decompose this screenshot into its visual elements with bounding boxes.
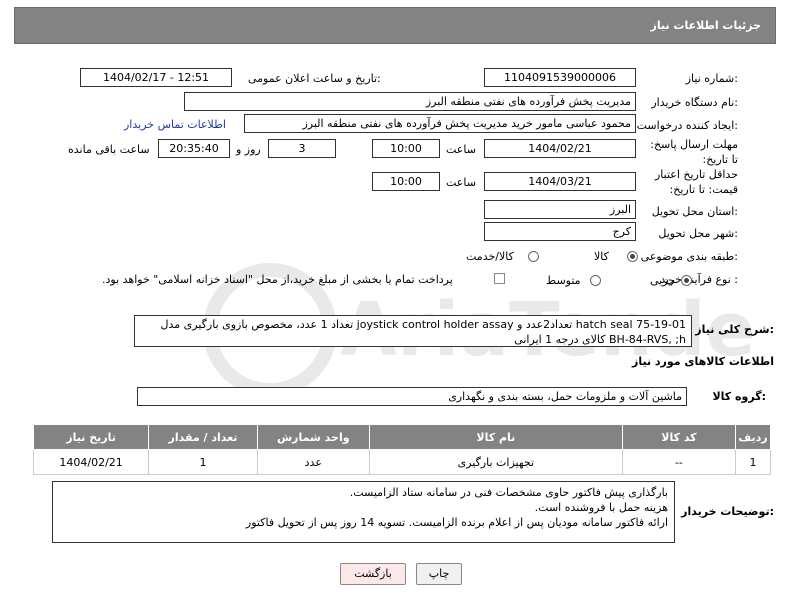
process-radio-medium[interactable] [590, 275, 601, 286]
validity-time-field: 10:00 [372, 172, 440, 191]
category-radio-goods-service[interactable] [528, 251, 539, 262]
buyer-notes-line-1: بارگذاری پیش فاکتور حاوی مشخصات فنی در س… [349, 486, 668, 499]
category-radio-goods[interactable] [627, 251, 638, 262]
buyer-org-field: مدیریت پخش فرآورده های نفتی منطقه البرز [184, 92, 636, 111]
validity-label: حداقل تاریخ اعتبار قیمت: تا تاریخ: [654, 168, 738, 196]
print-button[interactable]: چاپ [416, 563, 462, 585]
table-row: 1404/02/21 1 عدد تجهیزات بارگیری -- 1 [32, 449, 772, 475]
header-panel: جزئیات اطلاعات نیاز [14, 7, 776, 44]
contact-info-link[interactable]: اطلاعات تماس خریدار [124, 118, 226, 131]
category-label: طبقه بندی موضوعی: [640, 250, 738, 263]
need-number-field: 1104091539000006 [484, 68, 636, 87]
announce-field: 1404/02/17 - 12:51 [80, 68, 232, 87]
description-field: hatch seal 75-19-01 تعداد2عدد و joystick… [134, 315, 692, 347]
treasury-checkbox[interactable] [494, 273, 505, 284]
payment-note: پرداخت تمام یا بخشی از مبلغ خرید،از محل … [102, 273, 453, 286]
process-radio-minor[interactable] [681, 275, 692, 286]
cell-item-code: -- [621, 449, 736, 475]
creator-field: محمود عباسی مامور خرید مدیریت پخش فرآورد… [244, 114, 636, 133]
process-option-minor: جزیی [650, 274, 676, 287]
deadline-date-field: 1404/02/21 [484, 139, 636, 158]
goods-group-field: ماشین آلات و ملزومات حمل، بسته بندی و نگ… [137, 387, 687, 406]
description-label: شرح کلی نیاز: [695, 323, 774, 336]
category-option-goods-service: کالا/خدمت [466, 250, 514, 263]
description-line-1: hatch seal 75-19-01 تعداد2عدد و joystick… [160, 318, 686, 331]
validity-time-label: ساعت [446, 176, 476, 189]
remaining-time-field: 20:35:40 [158, 139, 230, 158]
buyer-notes-line-2: هزینه حمل با فروشنده است. [534, 501, 668, 514]
back-button[interactable]: بازگشت [340, 563, 406, 585]
need-number-label: شماره نیاز: [685, 72, 738, 85]
creator-label: ایجاد کننده درخواست: [636, 119, 738, 132]
cell-need-date: 1404/02/21 [32, 449, 150, 475]
days-field: 3 [268, 139, 336, 158]
goods-info-title: اطلاعات کالاهای مورد نیاز [632, 355, 774, 368]
validity-date-field: 1404/03/21 [484, 172, 636, 191]
col-quantity: تعداد / مقدار [148, 424, 258, 450]
buyer-notes-label: توضیحات خریدار: [681, 505, 774, 518]
deadline-label: مهلت ارسال پاسخ: تا تاریخ: [650, 138, 738, 166]
cell-unit: عدد [256, 449, 370, 475]
col-item-code: کد کالا [621, 424, 736, 450]
col-row: ردیف [734, 424, 772, 450]
buyer-org-label: نام دستگاه خریدار: [651, 96, 738, 109]
goods-group-label: گروه کالا: [712, 390, 766, 403]
col-unit: واحد شمارش [256, 424, 370, 450]
province-label: استان محل تحویل: [651, 205, 738, 218]
cell-row: 1 [734, 449, 772, 475]
remaining-label: ساعت باقی مانده [68, 143, 150, 156]
city-field: کرج [484, 222, 636, 241]
table-header-row: تاریخ نیاز تعداد / مقدار واحد شمارش نام … [32, 424, 772, 450]
cell-quantity: 1 [148, 449, 258, 475]
announce-label: تاریخ و ساعت اعلان عمومی: [248, 72, 381, 85]
category-option-goods: کالا [594, 250, 609, 263]
items-table: تاریخ نیاز تعداد / مقدار واحد شمارش نام … [32, 424, 772, 475]
deadline-time-field: 10:00 [372, 139, 440, 158]
province-field: البرز [484, 200, 636, 219]
description-line-2: BH-84-RVS, ;h کالای درجه 1 ایرانی [514, 333, 686, 346]
buyer-notes-line-3: ارائه فاکتور سامانه مودیان پس از اعلام ب… [245, 516, 668, 529]
col-need-date: تاریخ نیاز [32, 424, 150, 450]
page-title: جزئیات اطلاعات نیاز [650, 19, 762, 32]
cell-item-name: تجهیزات بارگیری [368, 449, 623, 475]
deadline-time-label: ساعت [446, 143, 476, 156]
city-label: شهر محل تحویل: [658, 227, 738, 240]
col-item-name: نام کالا [368, 424, 623, 450]
process-option-medium: متوسط [546, 274, 581, 287]
buyer-notes-field: بارگذاری پیش فاکتور حاوی مشخصات فنی در س… [52, 481, 675, 543]
days-label: روز و [236, 143, 261, 156]
